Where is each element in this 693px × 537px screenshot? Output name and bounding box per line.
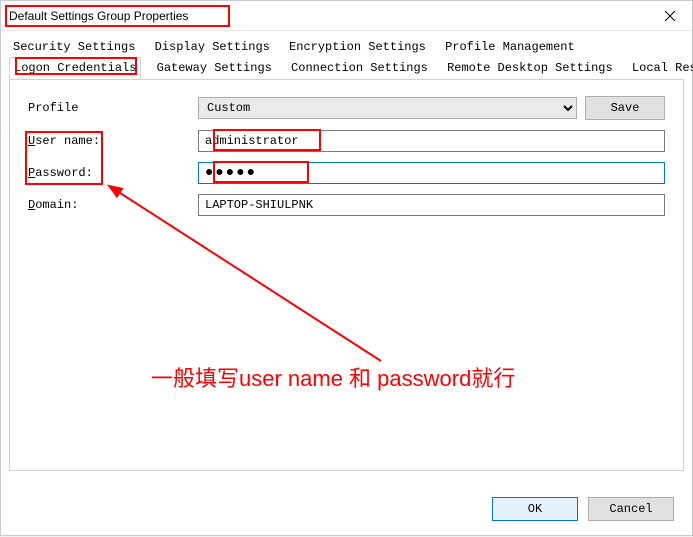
- tab-remote-desktop-settings[interactable]: Remote Desktop Settings: [443, 58, 617, 78]
- domain-input[interactable]: [198, 194, 665, 216]
- tab-encryption-settings[interactable]: Encryption Settings: [285, 37, 430, 57]
- tab-logon-credentials[interactable]: Logon Credentials: [9, 57, 141, 79]
- password-input[interactable]: ●●●●●: [198, 162, 665, 184]
- tab-profile-management[interactable]: Profile Management: [441, 37, 579, 57]
- save-button[interactable]: Save: [585, 96, 665, 120]
- profile-select[interactable]: Custom: [198, 97, 577, 119]
- cancel-button[interactable]: Cancel: [588, 497, 674, 521]
- tab-display-settings[interactable]: Display Settings: [151, 37, 274, 57]
- username-label: User name:: [28, 134, 198, 148]
- username-input[interactable]: [198, 130, 665, 152]
- tab-gateway-settings[interactable]: Gateway Settings: [153, 58, 276, 78]
- tab-connection-settings[interactable]: Connection Settings: [287, 58, 432, 78]
- dialog-window: Default Settings Group Properties Securi…: [0, 0, 693, 536]
- tab-panel-logon-credentials: Profile Custom Save User name: Password:…: [9, 79, 684, 471]
- dialog-button-row: OK Cancel: [492, 497, 674, 521]
- password-label: Password:: [28, 166, 198, 180]
- domain-label: Domain:: [28, 198, 198, 212]
- ok-button[interactable]: OK: [492, 497, 578, 521]
- close-button[interactable]: [647, 1, 692, 31]
- profile-label: Profile: [28, 101, 198, 115]
- titlebar: Default Settings Group Properties: [1, 1, 692, 31]
- tab-security-settings[interactable]: Security Settings: [9, 37, 139, 57]
- close-icon: [665, 11, 675, 21]
- tab-local-resources[interactable]: Local Resources: [628, 58, 693, 78]
- window-title: Default Settings Group Properties: [9, 9, 188, 23]
- tab-strip: Security Settings Display Settings Encry…: [1, 31, 692, 79]
